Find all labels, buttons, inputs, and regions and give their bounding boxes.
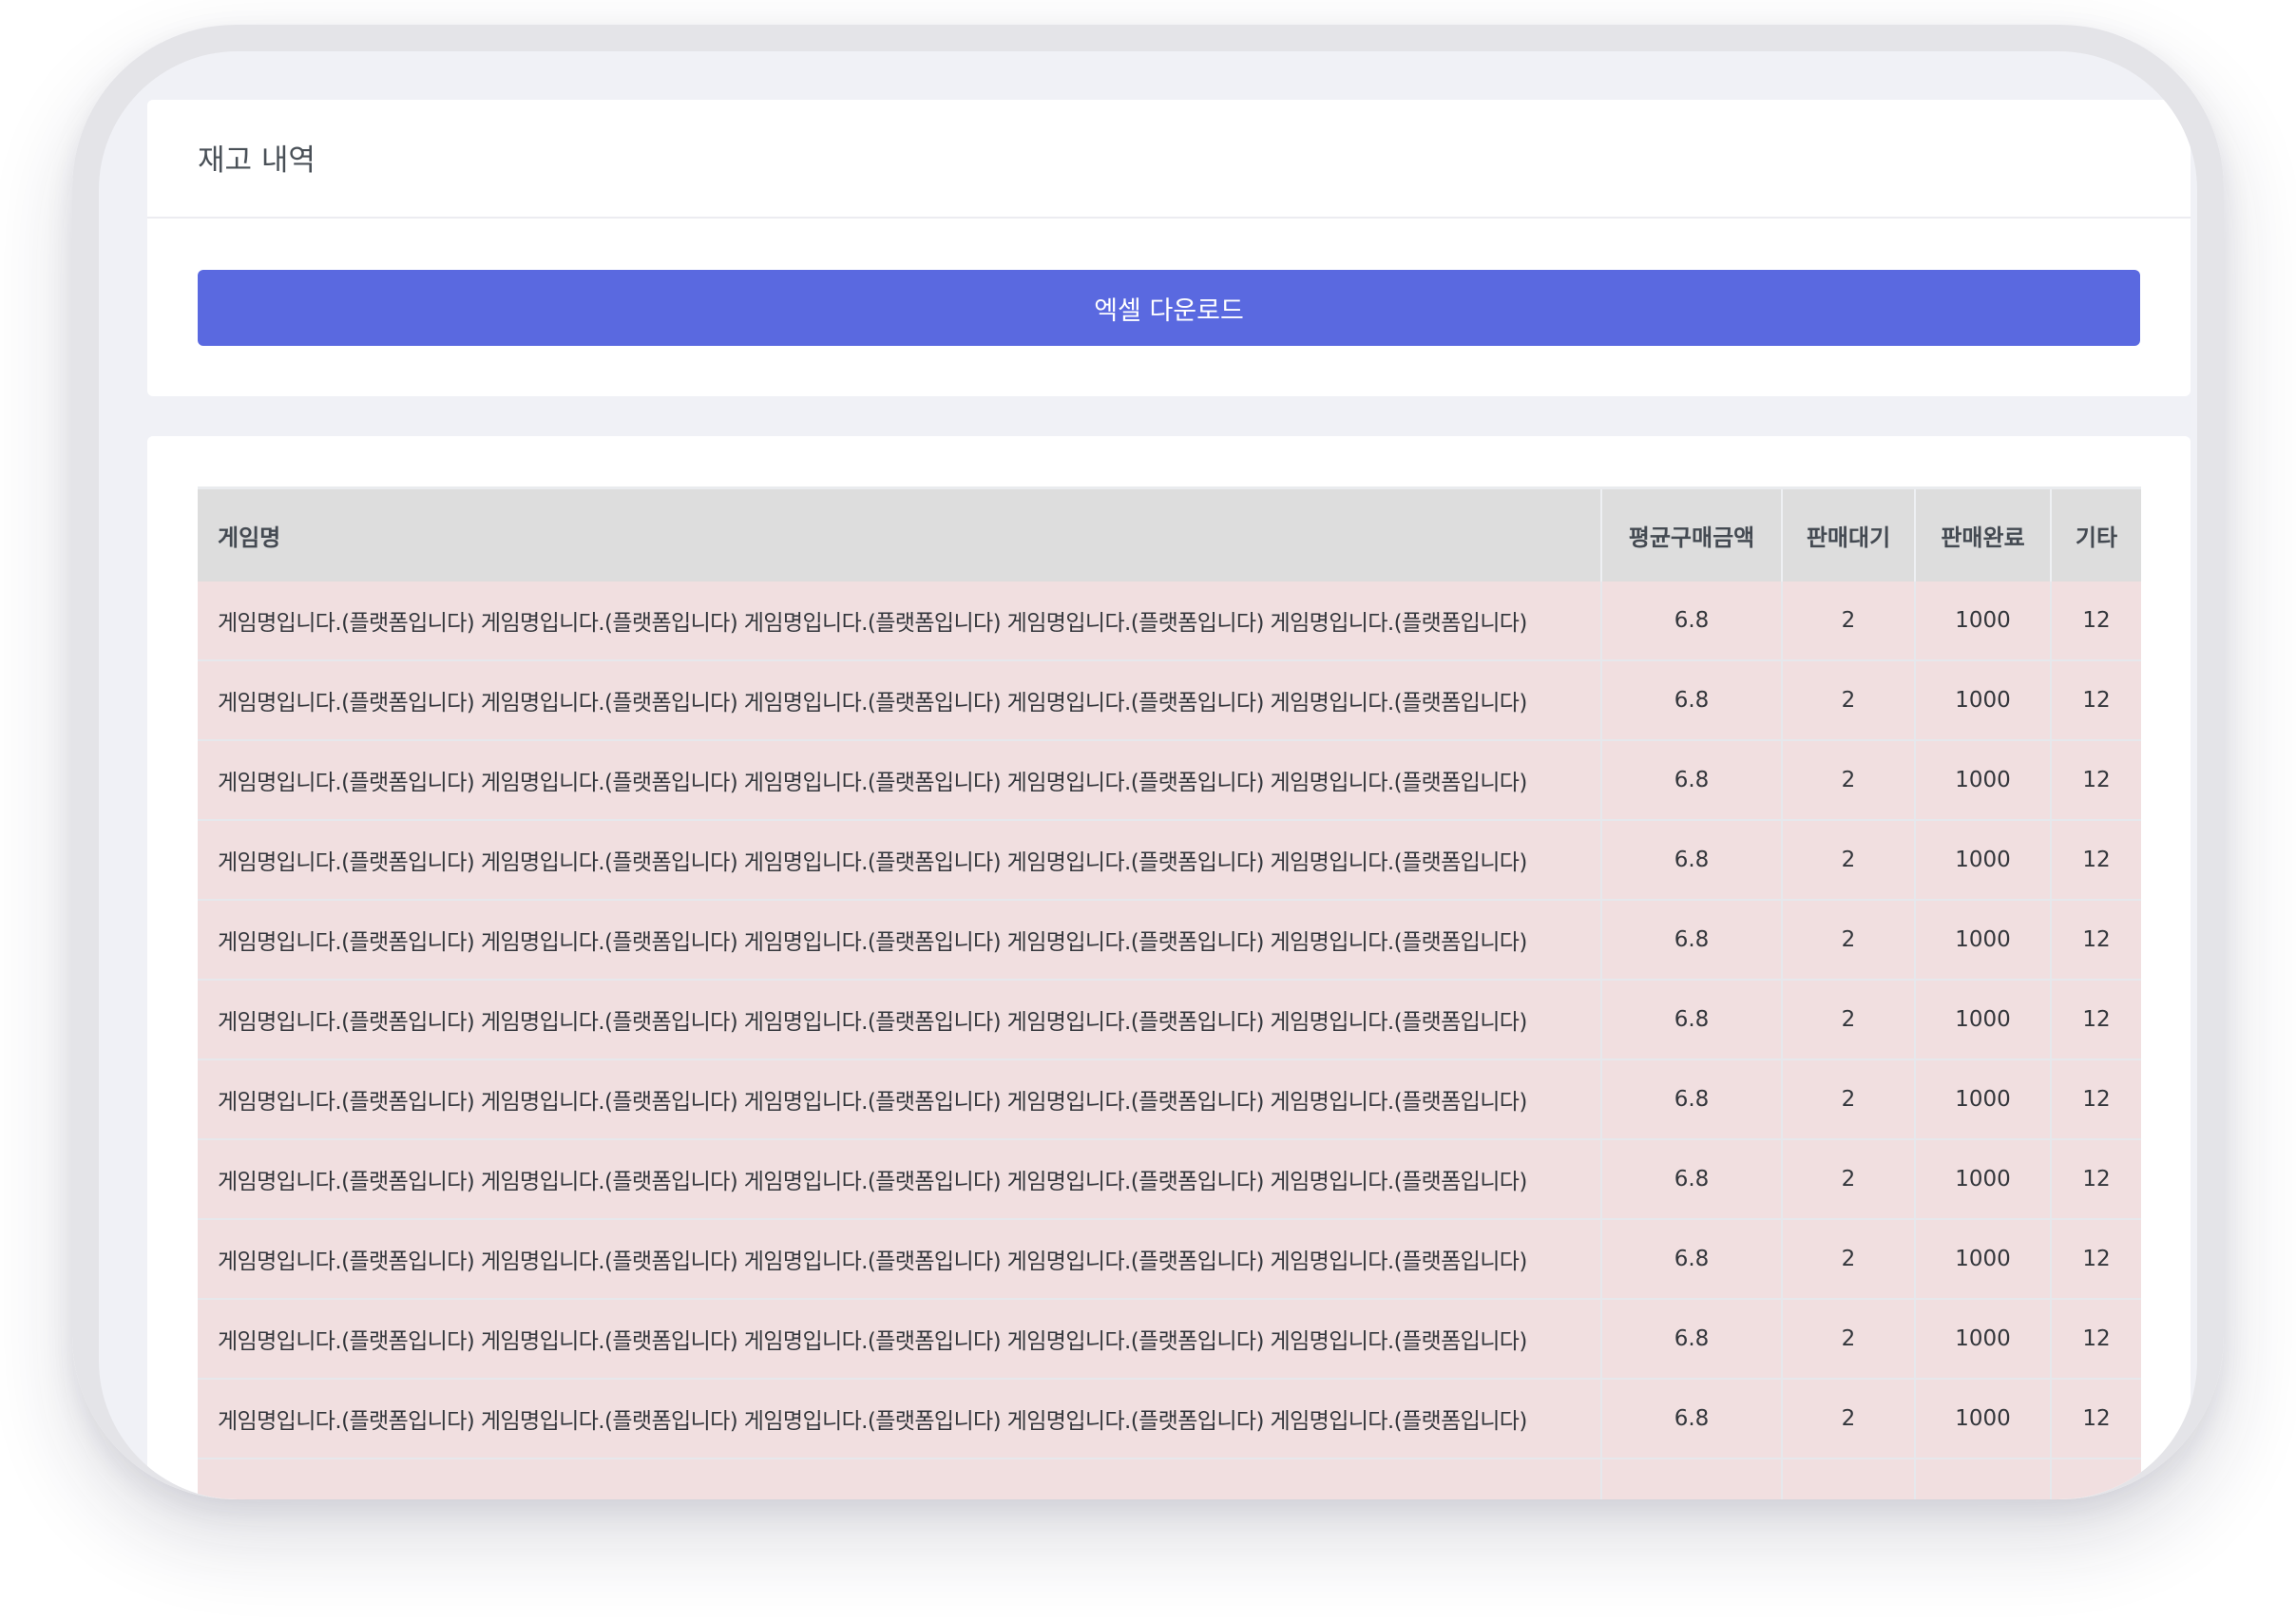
cell-pending: 2 [1782,660,1916,741]
cell-sold: 1000 [1915,1139,2052,1220]
cell-etc: 12 [2051,1059,2141,1140]
cell-avg-price: 6.8 [1601,1139,1783,1220]
cell-etc: 12 [2051,1139,2141,1220]
column-header-sold[interactable]: 판매완료 [1915,486,2052,582]
cell-game-name: 게임명입니다.(플랫폼입니다) 게임명입니다.(플랫폼입니다) 게임명입니다.(… [198,740,1602,821]
table-row[interactable]: 게임명입니다.(플랫폼입니다) 게임명입니다.(플랫폼입니다) 게임명입니다.(… [198,740,2141,821]
cell-sold [1915,1459,2052,1499]
cell-game-name: 게임명입니다.(플랫폼입니다) 게임명입니다.(플랫폼입니다) 게임명입니다.(… [198,1379,1602,1459]
cell-game-name [198,1459,1602,1499]
cell-pending: 2 [1782,1059,1916,1140]
cell-etc: 12 [2051,980,2141,1060]
table-header-row: 게임명 평균구매금액 판매대기 판매완료 기타 [198,486,2141,582]
cell-pending: 2 [1782,740,1916,821]
cell-pending: 2 [1782,980,1916,1060]
cell-etc: 12 [2051,740,2141,821]
inventory-table: 게임명 평균구매금액 판매대기 판매완료 기타 게임명입니다.(플랫폼입니다) … [198,486,2141,1499]
cell-avg-price: 6.8 [1601,980,1783,1060]
table-row[interactable]: 게임명입니다.(플랫폼입니다) 게임명입니다.(플랫폼입니다) 게임명입니다.(… [198,1139,2141,1220]
table-row[interactable]: 게임명입니다.(플랫폼입니다) 게임명입니다.(플랫폼입니다) 게임명입니다.(… [198,1059,2141,1140]
cell-game-name: 게임명입니다.(플랫폼입니다) 게임명입니다.(플랫폼입니다) 게임명입니다.(… [198,1299,1602,1380]
device-frame: 재고 내역 엑셀 다운로드 게임명 평균구매금액 판매대기 판매완료 기타 게임… [72,25,2224,1499]
cell-avg-price: 6.8 [1601,820,1783,901]
cell-game-name: 게임명입니다.(플랫폼입니다) 게임명입니다.(플랫폼입니다) 게임명입니다.(… [198,820,1602,901]
table-row[interactable]: 게임명입니다.(플랫폼입니다) 게임명입니다.(플랫폼입니다) 게임명입니다.(… [198,660,2141,741]
cell-etc: 12 [2051,660,2141,741]
cell-etc: 12 [2051,820,2141,901]
card-divider [147,217,2191,219]
cell-etc: 12 [2051,1299,2141,1380]
table-row[interactable]: 게임명입니다.(플랫폼입니다) 게임명입니다.(플랫폼입니다) 게임명입니다.(… [198,900,2141,981]
cell-etc: 12 [2051,582,2141,661]
cell-etc: 12 [2051,900,2141,981]
column-header-etc[interactable]: 기타 [2051,486,2141,582]
cell-pending: 2 [1782,1299,1916,1380]
cell-etc: 12 [2051,1379,2141,1459]
cell-game-name: 게임명입니다.(플랫폼입니다) 게임명입니다.(플랫폼입니다) 게임명입니다.(… [198,582,1602,661]
cell-sold: 1000 [1915,582,2052,661]
cell-pending: 2 [1782,582,1916,661]
cell-avg-price: 6.8 [1601,740,1783,821]
cell-pending: 2 [1782,1139,1916,1220]
table-row[interactable]: 게임명입니다.(플랫폼입니다) 게임명입니다.(플랫폼입니다) 게임명입니다.(… [198,1379,2141,1459]
cell-game-name: 게임명입니다.(플랫폼입니다) 게임명입니다.(플랫폼입니다) 게임명입니다.(… [198,660,1602,741]
cell-sold: 1000 [1915,900,2052,981]
table-row[interactable]: 게임명입니다.(플랫폼입니다) 게임명입니다.(플랫폼입니다) 게임명입니다.(… [198,1219,2141,1300]
cell-sold: 1000 [1915,820,2052,901]
cell-sold: 1000 [1915,980,2052,1060]
cell-sold: 1000 [1915,1059,2052,1140]
cell-etc: 12 [2051,1219,2141,1300]
cell-avg-price: 6.8 [1601,1299,1783,1380]
cell-pending: 2 [1782,1219,1916,1300]
column-header-avg-price[interactable]: 평균구매금액 [1601,486,1783,582]
cell-sold: 1000 [1915,1219,2052,1300]
table-row[interactable]: 게임명입니다.(플랫폼입니다) 게임명입니다.(플랫폼입니다) 게임명입니다.(… [198,1299,2141,1380]
table-row[interactable] [198,1459,2141,1499]
table-row[interactable]: 게임명입니다.(플랫폼입니다) 게임명입니다.(플랫폼입니다) 게임명입니다.(… [198,980,2141,1060]
cell-avg-price: 6.8 [1601,1219,1783,1300]
table-card: 게임명 평균구매금액 판매대기 판매완료 기타 게임명입니다.(플랫폼입니다) … [147,436,2191,1499]
cell-avg-price: 6.8 [1601,582,1783,661]
cell-game-name: 게임명입니다.(플랫폼입니다) 게임명입니다.(플랫폼입니다) 게임명입니다.(… [198,1059,1602,1140]
excel-download-button[interactable]: 엑셀 다운로드 [198,270,2140,346]
table-row[interactable]: 게임명입니다.(플랫폼입니다) 게임명입니다.(플랫폼입니다) 게임명입니다.(… [198,820,2141,901]
header-card: 재고 내역 엑셀 다운로드 [147,100,2191,396]
column-header-pending[interactable]: 판매대기 [1782,486,1916,582]
page-title: 재고 내역 [198,143,316,178]
column-header-game-name[interactable]: 게임명 [198,486,1602,582]
cell-pending: 2 [1782,1379,1916,1459]
cell-pending: 2 [1782,900,1916,981]
cell-sold: 1000 [1915,1379,2052,1459]
cell-sold: 1000 [1915,660,2052,741]
cell-game-name: 게임명입니다.(플랫폼입니다) 게임명입니다.(플랫폼입니다) 게임명입니다.(… [198,1139,1602,1220]
cell-sold: 1000 [1915,1299,2052,1380]
cell-avg-price [1601,1459,1783,1499]
cell-pending [1782,1459,1916,1499]
cell-pending: 2 [1782,820,1916,901]
table-row[interactable]: 게임명입니다.(플랫폼입니다) 게임명입니다.(플랫폼입니다) 게임명입니다.(… [198,582,2141,661]
app-screen: 재고 내역 엑셀 다운로드 게임명 평균구매금액 판매대기 판매완료 기타 게임… [99,51,2197,1499]
cell-avg-price: 6.8 [1601,1059,1783,1140]
cell-game-name: 게임명입니다.(플랫폼입니다) 게임명입니다.(플랫폼입니다) 게임명입니다.(… [198,980,1602,1060]
cell-game-name: 게임명입니다.(플랫폼입니다) 게임명입니다.(플랫폼입니다) 게임명입니다.(… [198,900,1602,981]
cell-avg-price: 6.8 [1601,1379,1783,1459]
cell-avg-price: 6.8 [1601,900,1783,981]
cell-etc [2051,1459,2141,1499]
cell-game-name: 게임명입니다.(플랫폼입니다) 게임명입니다.(플랫폼입니다) 게임명입니다.(… [198,1219,1602,1300]
table-body: 게임명입니다.(플랫폼입니다) 게임명입니다.(플랫폼입니다) 게임명입니다.(… [198,582,2141,1499]
cell-sold: 1000 [1915,740,2052,821]
cell-avg-price: 6.8 [1601,660,1783,741]
